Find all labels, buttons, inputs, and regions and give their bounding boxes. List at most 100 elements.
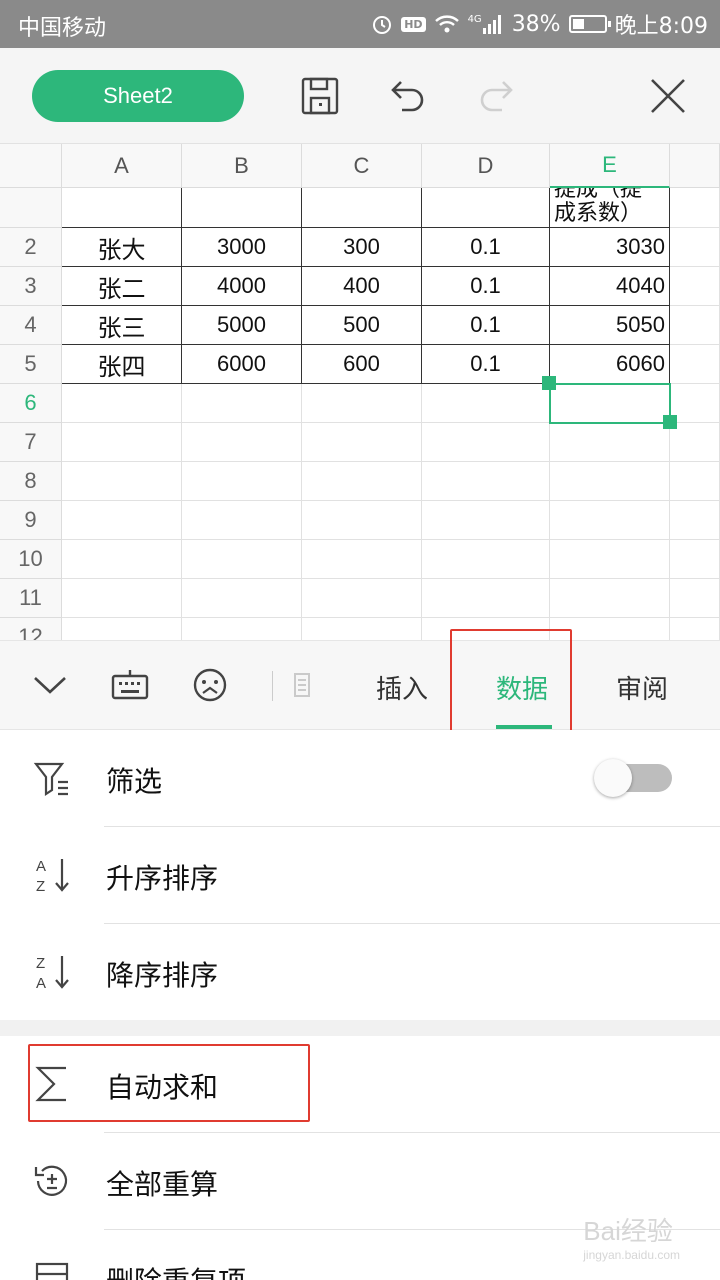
row-header-10[interactable]: 10 [0, 540, 62, 579]
header-cell-e[interactable]: 提成（提 成系数） [550, 188, 670, 228]
cell-selection-e6[interactable] [549, 383, 671, 424]
cell-b4[interactable]: 5000 [182, 306, 302, 345]
close-icon[interactable] [644, 72, 692, 120]
row-header-8[interactable]: 8 [0, 462, 62, 501]
row-header-2[interactable]: 2 [0, 228, 62, 267]
row-header-9[interactable]: 9 [0, 501, 62, 540]
cell-a2[interactable]: 张大 [62, 228, 182, 267]
column-header-d[interactable]: D [422, 144, 550, 188]
cell-f5[interactable] [670, 345, 720, 384]
cell-a7[interactable] [62, 423, 182, 462]
menu-item-sort-descending[interactable]: ZA 降序排序 [0, 924, 720, 1020]
cell-c11[interactable] [302, 579, 422, 618]
cell-d4[interactable]: 0.1 [422, 306, 550, 345]
assistant-icon[interactable] [188, 663, 232, 707]
format-icon[interactable] [280, 663, 324, 707]
row-header-3[interactable]: 3 [0, 267, 62, 306]
cell-b11[interactable] [182, 579, 302, 618]
cell-f8[interactable] [670, 462, 720, 501]
cell-b6[interactable] [182, 384, 302, 423]
cell-b2[interactable]: 3000 [182, 228, 302, 267]
cell-d9[interactable] [422, 501, 550, 540]
column-header-b[interactable]: B [182, 144, 302, 188]
cell-b7[interactable] [182, 423, 302, 462]
cell-d2[interactable]: 0.1 [422, 228, 550, 267]
cell-a5[interactable]: 张四 [62, 345, 182, 384]
cell-f2[interactable] [670, 228, 720, 267]
cell-c3[interactable]: 400 [302, 267, 422, 306]
cell-f11[interactable] [670, 579, 720, 618]
filter-toggle[interactable] [594, 759, 672, 797]
cell-c2[interactable]: 300 [302, 228, 422, 267]
cell-b3[interactable]: 4000 [182, 267, 302, 306]
cell-b12[interactable] [182, 618, 302, 640]
cell-d11[interactable] [422, 579, 550, 618]
redo-icon[interactable] [472, 72, 520, 120]
cell-e7[interactable] [550, 423, 670, 462]
cell-c10[interactable] [302, 540, 422, 579]
cell-a11[interactable] [62, 579, 182, 618]
cell-c8[interactable] [302, 462, 422, 501]
selection-handle-top-left[interactable] [542, 376, 556, 390]
grid-corner[interactable] [0, 144, 62, 188]
keyboard-icon[interactable] [108, 663, 152, 707]
column-header-f[interactable] [670, 144, 720, 188]
row-header-1[interactable] [0, 188, 62, 228]
spreadsheet-grid[interactable]: A B C D E 提成（提 成系数） 2 张大 3000 300 0.1 3030 3 张二… [0, 144, 720, 640]
undo-icon[interactable] [384, 72, 432, 120]
row-header-7[interactable]: 7 [0, 423, 62, 462]
cell-f12[interactable] [670, 618, 720, 640]
cell-c7[interactable] [302, 423, 422, 462]
cell-a3[interactable]: 张二 [62, 267, 182, 306]
save-icon[interactable] [296, 72, 344, 120]
cell-b5[interactable]: 6000 [182, 345, 302, 384]
cell-f4[interactable] [670, 306, 720, 345]
cell-e4[interactable]: 5050 [550, 306, 670, 345]
cell-c5[interactable]: 600 [302, 345, 422, 384]
row-header-5[interactable]: 5 [0, 345, 62, 384]
column-header-e[interactable]: E [550, 144, 670, 188]
menu-item-filter[interactable]: 筛选 [0, 730, 720, 826]
header-cell-c[interactable] [302, 188, 422, 228]
cell-e8[interactable] [550, 462, 670, 501]
menu-item-sort-ascending[interactable]: AZ 升序排序 [0, 827, 720, 923]
cell-d3[interactable]: 0.1 [422, 267, 550, 306]
cell-b9[interactable] [182, 501, 302, 540]
sheet-name-button[interactable]: Sheet2 [32, 70, 244, 122]
cell-d6[interactable] [422, 384, 550, 423]
cell-d10[interactable] [422, 540, 550, 579]
column-header-c[interactable]: C [302, 144, 422, 188]
cell-a6[interactable] [62, 384, 182, 423]
cell-d8[interactable] [422, 462, 550, 501]
cell-f10[interactable] [670, 540, 720, 579]
row-header-12[interactable]: 12 [0, 618, 62, 640]
cell-c9[interactable] [302, 501, 422, 540]
row-header-4[interactable]: 4 [0, 306, 62, 345]
cell-b10[interactable] [182, 540, 302, 579]
row-header-11[interactable]: 11 [0, 579, 62, 618]
cell-b8[interactable] [182, 462, 302, 501]
selection-handle-bottom-right[interactable] [663, 415, 677, 429]
cell-c12[interactable] [302, 618, 422, 640]
tab-insert[interactable]: 插入 [376, 669, 428, 706]
cell-f7[interactable] [670, 423, 720, 462]
cell-d5[interactable]: 0.1 [422, 345, 550, 384]
cell-d7[interactable] [422, 423, 550, 462]
cell-a12[interactable] [62, 618, 182, 640]
header-cell-f[interactable] [670, 188, 720, 228]
cell-e2[interactable]: 3030 [550, 228, 670, 267]
cell-e9[interactable] [550, 501, 670, 540]
cell-e5[interactable]: 6060 [550, 345, 670, 384]
cell-c6[interactable] [302, 384, 422, 423]
cell-f6[interactable] [670, 384, 720, 423]
cell-a10[interactable] [62, 540, 182, 579]
header-cell-d[interactable] [422, 188, 550, 228]
cell-a4[interactable]: 张三 [62, 306, 182, 345]
chevron-down-icon[interactable] [28, 663, 72, 707]
cell-f3[interactable] [670, 267, 720, 306]
cell-c4[interactable]: 500 [302, 306, 422, 345]
cell-f9[interactable] [670, 501, 720, 540]
cell-e10[interactable] [550, 540, 670, 579]
row-header-6[interactable]: 6 [0, 384, 62, 423]
cell-e3[interactable]: 4040 [550, 267, 670, 306]
